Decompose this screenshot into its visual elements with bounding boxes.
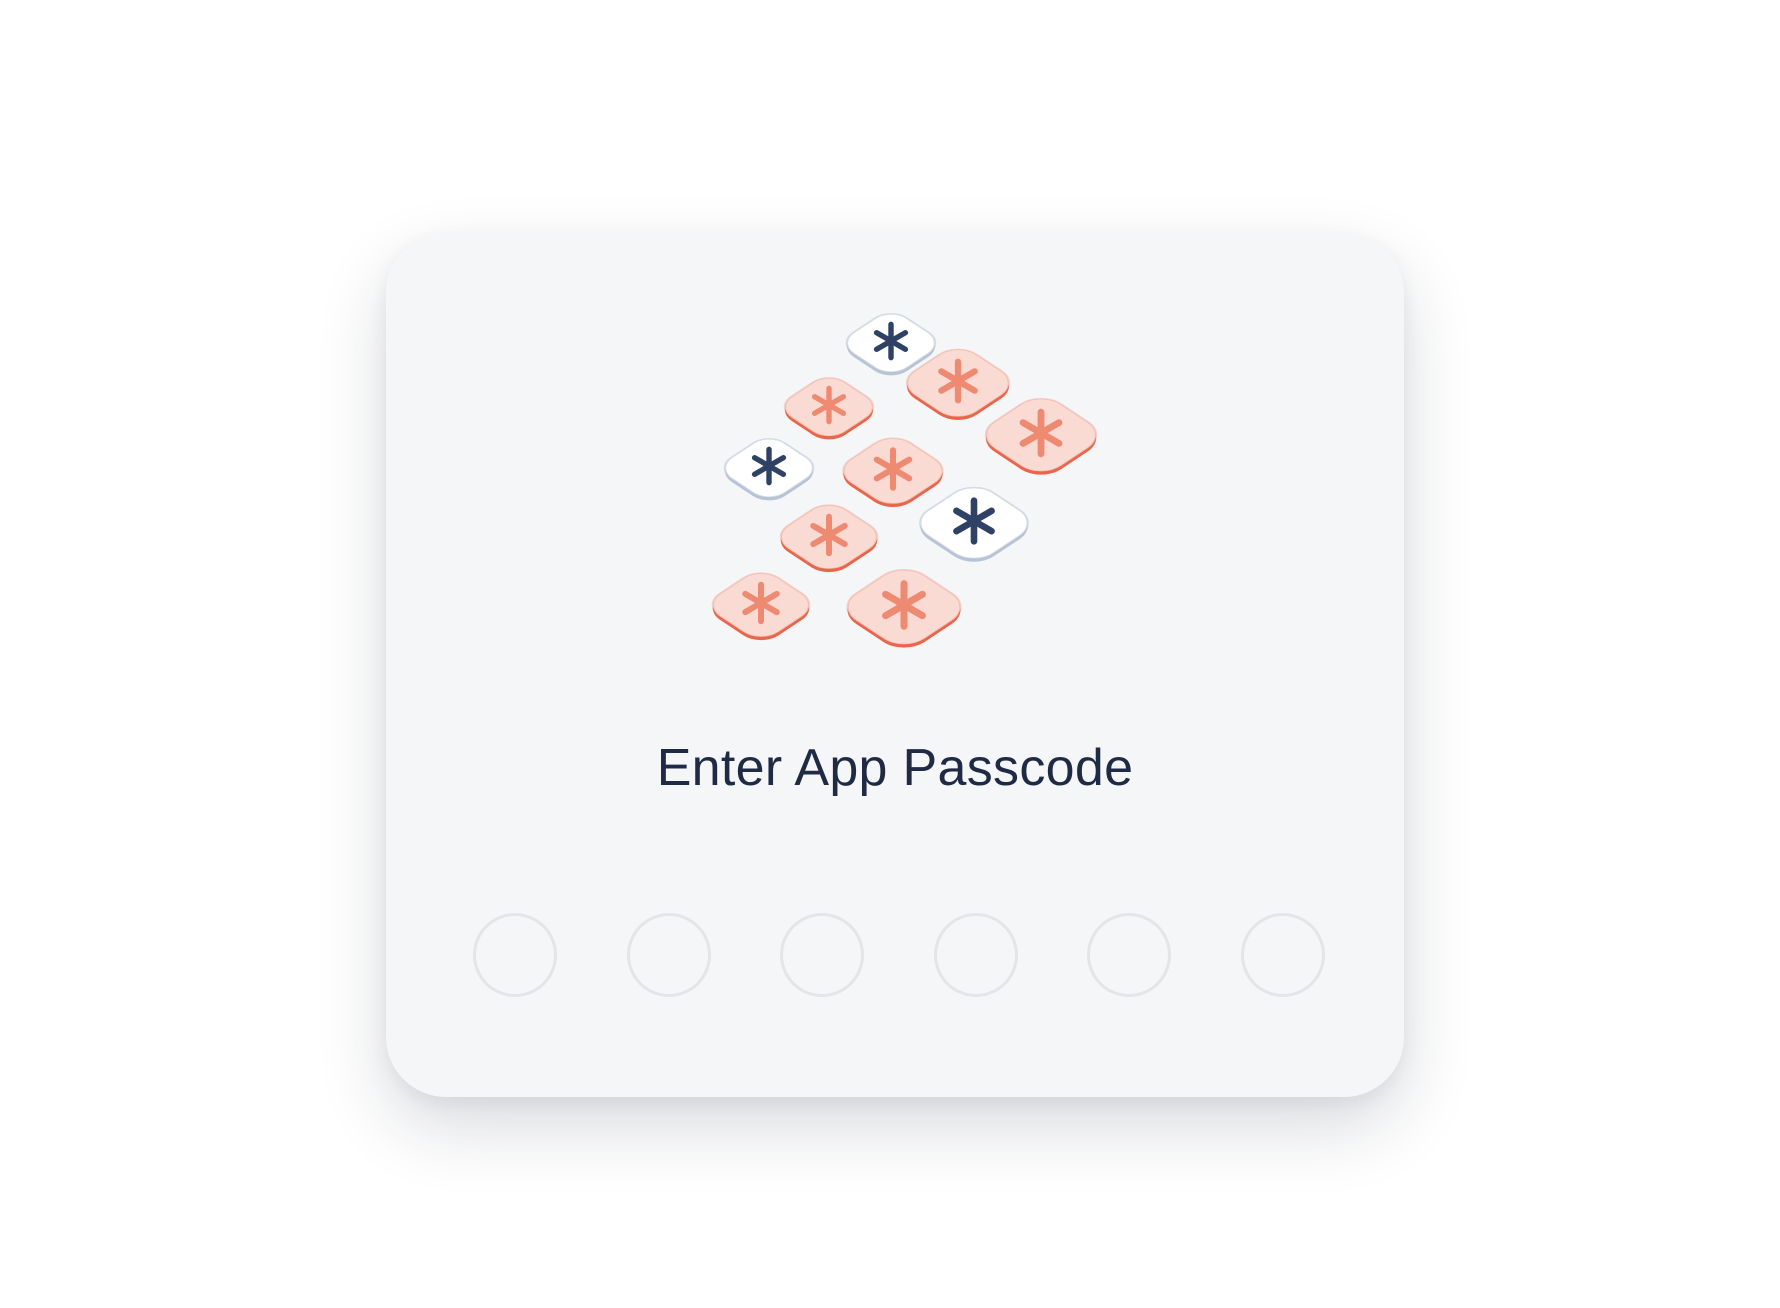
- passcode-dots[interactable]: [473, 913, 1325, 997]
- passcode-dot: [780, 913, 865, 997]
- passcode-dot: [1240, 913, 1325, 997]
- dialog-title: Enter App Passcode: [656, 739, 1134, 797]
- passcode-dot: [933, 913, 1018, 997]
- passcode-dialog: Enter App Passcode: [386, 233, 1404, 1097]
- passcode-dot: [626, 913, 711, 997]
- passcode-dot: [1087, 913, 1172, 997]
- keypad-asterisk-icon: [711, 313, 1098, 648]
- passcode-dot: [473, 913, 557, 997]
